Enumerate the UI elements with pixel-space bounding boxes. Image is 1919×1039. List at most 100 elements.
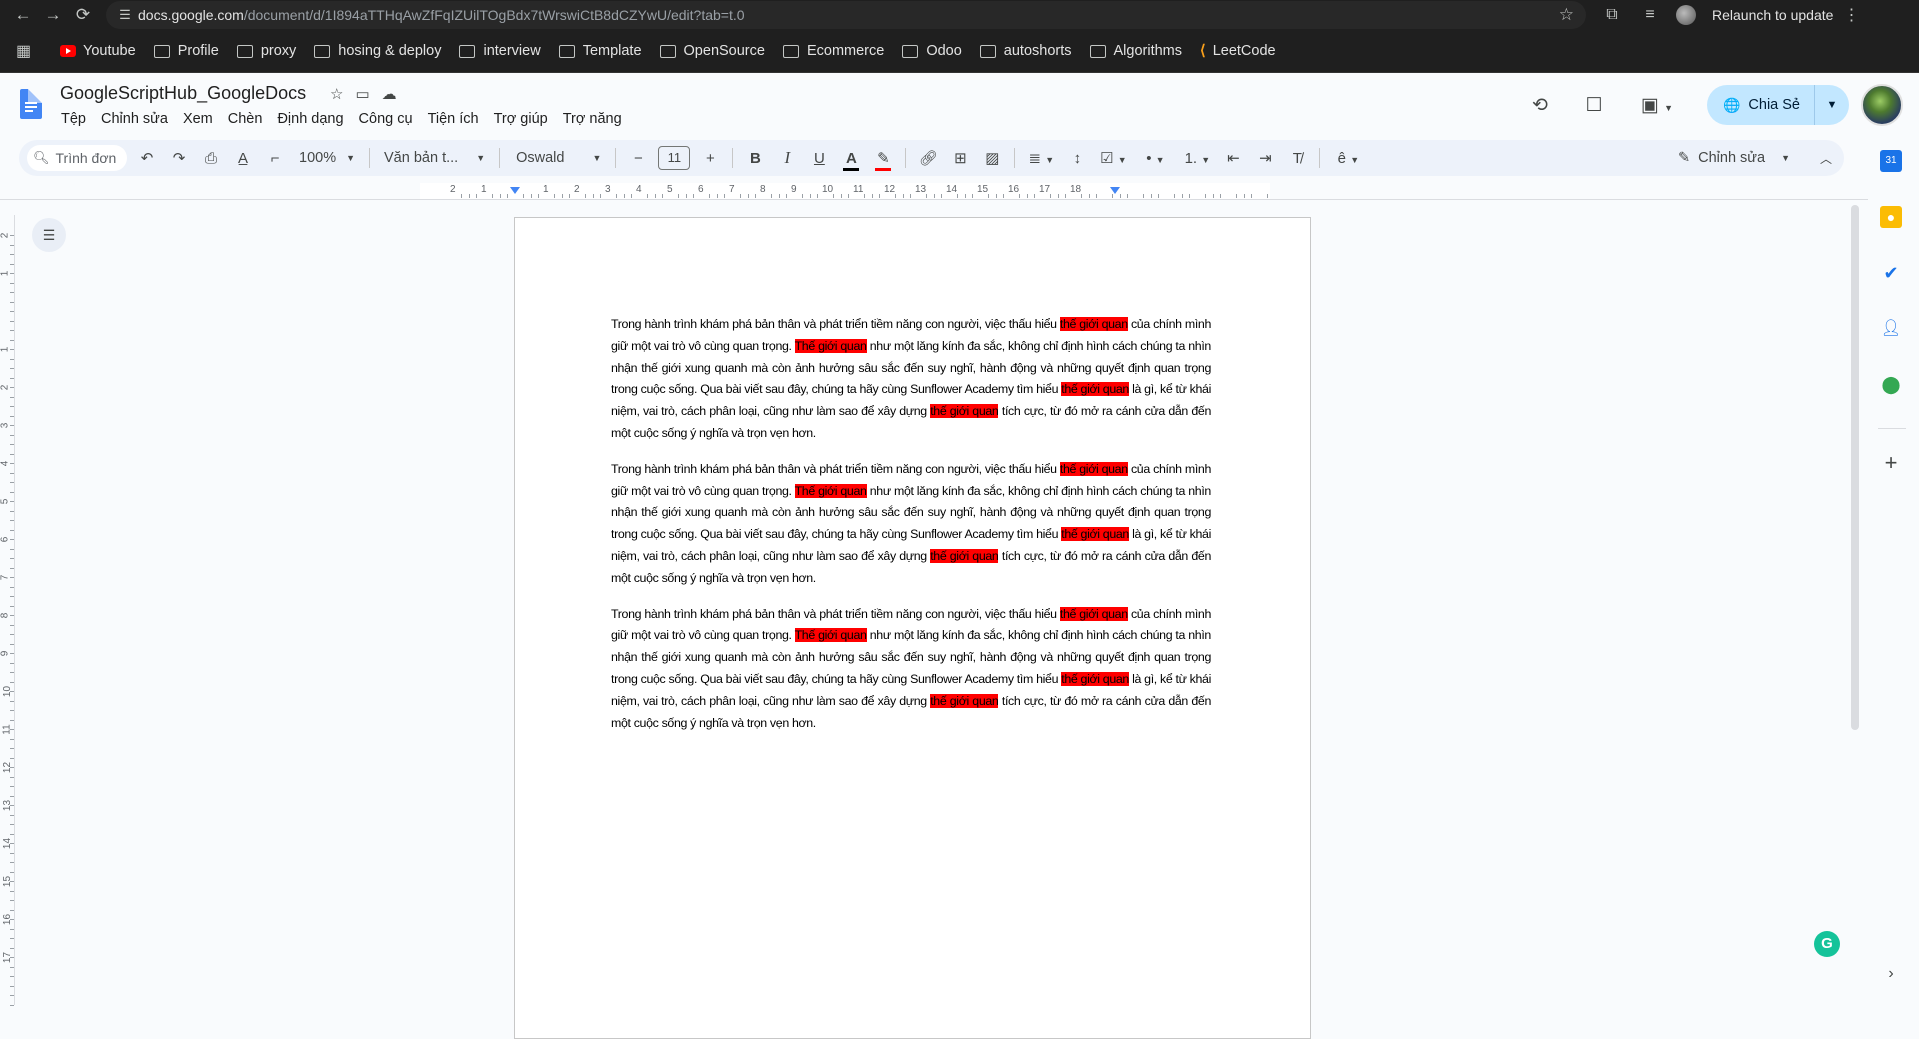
apps-grid-icon[interactable]: ▦: [16, 41, 40, 61]
numbered-list-icon[interactable]: 1. ▼: [1177, 150, 1217, 167]
ruler-tick: [10, 463, 14, 464]
bookmark-0[interactable]: Youtube: [60, 43, 136, 59]
redo-icon[interactable]: ↷: [163, 149, 195, 167]
right-indent-marker[interactable]: [1110, 187, 1120, 194]
menu-item-1[interactable]: Chỉnh sửa: [101, 111, 168, 127]
highlight-color-icon[interactable]: ✎: [867, 149, 899, 171]
paragraph[interactable]: Trong hành trình khám phá bản thân và ph…: [611, 314, 1211, 445]
vertical-scrollbar[interactable]: [1851, 205, 1859, 730]
share-dropdown-icon[interactable]: ▼: [1815, 99, 1849, 111]
comments-icon[interactable]: ☐: [1581, 94, 1607, 117]
share-main[interactable]: 🌐 Chia Sẻ: [1707, 85, 1815, 125]
docs-logo-icon[interactable]: [20, 89, 42, 119]
menu-item-6[interactable]: Tiện ích: [428, 111, 479, 127]
font-size-input[interactable]: 11: [658, 146, 691, 170]
horizontal-ruler[interactable]: 2 1 1 2 3 4 5 6 7 8 9 10 11 12 13 14 15 16 17 18: [420, 183, 1270, 199]
insert-image-icon[interactable]: ▨: [976, 149, 1008, 167]
input-tools-icon[interactable]: ê ▼: [1326, 150, 1370, 167]
forward-icon[interactable]: →: [38, 1, 68, 29]
document-page[interactable]: Trong hành trình khám phá bản thân và ph…: [514, 217, 1311, 1039]
reload-icon[interactable]: ⟳: [68, 1, 98, 29]
menu-search[interactable]: 🔍︎ Trình đơn: [27, 145, 127, 171]
align-icon[interactable]: ≣ ▼: [1021, 149, 1061, 167]
media-control-icon[interactable]: ≡: [1638, 6, 1662, 24]
bookmark-10[interactable]: Algorithms: [1089, 43, 1182, 59]
bookmark-11[interactable]: ⟨ LeetCode: [1200, 43, 1276, 59]
keep-icon[interactable]: ●: [1880, 206, 1902, 228]
paragraph[interactable]: Trong hành trình khám phá bản thân và ph…: [611, 604, 1211, 735]
vertical-ruler[interactable]: 2 1 1 2 3 4 5 6 7 8 9 10 11 12 13 14 15 16 17: [0, 215, 15, 1006]
ruler-tick: [10, 919, 14, 920]
menu-item-5[interactable]: Công cụ: [359, 111, 413, 127]
editing-mode-select[interactable]: ✎ Chỉnh sửa ▼ ︿: [1678, 150, 1832, 167]
bookmark-6[interactable]: OpenSource: [659, 43, 765, 59]
bookmark-3[interactable]: hosing & deploy: [314, 43, 441, 59]
document-title[interactable]: GoogleScriptHub_GoogleDocs: [60, 83, 306, 104]
zoom-select[interactable]: 100% ▼: [299, 150, 355, 166]
add-comment-icon[interactable]: ⊞: [944, 149, 976, 167]
extensions-icon[interactable]: ⧉: [1600, 6, 1624, 24]
meet-icon[interactable]: ▣ ▼: [1635, 94, 1679, 117]
underline-icon[interactable]: U: [803, 150, 835, 167]
site-info-icon[interactable]: ☰: [112, 7, 138, 23]
star-icon[interactable]: ☆: [330, 85, 343, 103]
increase-font-size-icon[interactable]: +: [694, 150, 726, 167]
account-avatar[interactable]: [1861, 84, 1903, 126]
italic-icon[interactable]: I: [771, 148, 803, 168]
insert-link-icon[interactable]: 🔗︎: [912, 149, 944, 167]
highlighted-text: thế giới quan: [1061, 671, 1129, 686]
expand-panel-icon[interactable]: ›: [1880, 963, 1902, 985]
increase-indent-icon[interactable]: ⇥: [1249, 149, 1281, 167]
relaunch-button[interactable]: Relaunch to update: [1712, 7, 1833, 23]
print-icon[interactable]: ⎙: [195, 150, 227, 167]
menu-item-3[interactable]: Chèn: [228, 111, 263, 127]
undo-icon[interactable]: ↶: [131, 149, 163, 167]
bookmark-4[interactable]: interview: [459, 43, 541, 59]
browser-menu-icon[interactable]: ⋮: [1843, 5, 1859, 25]
calendar-icon[interactable]: 31: [1880, 150, 1902, 172]
style-select[interactable]: Văn bản t... ▼: [384, 150, 485, 166]
menu-item-7[interactable]: Trợ giúp: [494, 111, 548, 127]
address-bar[interactable]: ☰ docs.google.com/document/d/1I894aTTHqA…: [106, 1, 1586, 29]
bookmark-star-icon[interactable]: ☆: [1559, 5, 1574, 25]
contacts-icon[interactable]: 👤︎: [1880, 318, 1902, 340]
version-history-icon[interactable]: ⟲: [1527, 94, 1553, 117]
clear-formatting-icon[interactable]: T̸: [1281, 150, 1313, 167]
paint-format-icon[interactable]: ⌐: [259, 150, 291, 167]
bookmark-1[interactable]: Profile: [153, 43, 219, 59]
maps-icon[interactable]: ⬤: [1880, 374, 1902, 396]
bookmark-7[interactable]: Ecommerce: [782, 43, 884, 59]
collapse-toolbar-icon[interactable]: ︿: [1820, 150, 1832, 167]
menu-item-8[interactable]: Trợ năng: [563, 111, 622, 127]
bold-icon[interactable]: B: [739, 150, 771, 167]
back-icon[interactable]: ←: [8, 1, 38, 29]
decrease-indent-icon[interactable]: ⇤: [1217, 149, 1249, 167]
bookmark-8[interactable]: Odoo: [902, 43, 962, 59]
document-outline-button[interactable]: ☰: [32, 218, 66, 252]
menu-item-4[interactable]: Định dạng: [277, 111, 343, 127]
bookmark-2[interactable]: proxy: [236, 43, 296, 59]
bookmark-5[interactable]: Template: [558, 43, 642, 59]
checklist-icon[interactable]: ☑ ▼: [1093, 149, 1133, 167]
share-button[interactable]: 🌐 Chia Sẻ ▼: [1706, 85, 1849, 125]
profile-avatar[interactable]: [1676, 5, 1696, 25]
ruler-tick: [592, 194, 594, 198]
font-select[interactable]: Oswald ▼: [516, 150, 601, 166]
text-color-icon[interactable]: A: [835, 150, 867, 171]
add-addon-icon[interactable]: +: [1880, 452, 1902, 474]
document-body[interactable]: Trong hành trình khám phá bản thân và ph…: [611, 314, 1211, 748]
line-spacing-icon[interactable]: ↕: [1061, 150, 1093, 167]
move-folder-icon[interactable]: ▭: [355, 85, 369, 103]
spellcheck-icon[interactable]: A̲: [227, 150, 259, 167]
menu-item-0[interactable]: Tệp: [61, 111, 86, 127]
paragraph[interactable]: Trong hành trình khám phá bản thân và ph…: [611, 459, 1211, 590]
left-indent-marker[interactable]: [510, 187, 520, 194]
bulleted-list-icon[interactable]: • ▼: [1133, 150, 1177, 167]
grammarly-icon[interactable]: G: [1814, 931, 1840, 957]
menu-item-2[interactable]: Xem: [183, 111, 213, 127]
highlighted-text: Thế giới quan: [794, 628, 867, 643]
bookmark-9[interactable]: autoshorts: [979, 43, 1072, 59]
cloud-saved-icon[interactable]: ☁: [382, 85, 397, 103]
decrease-font-size-icon[interactable]: −: [622, 150, 654, 167]
tasks-icon[interactable]: ✔: [1880, 262, 1902, 284]
